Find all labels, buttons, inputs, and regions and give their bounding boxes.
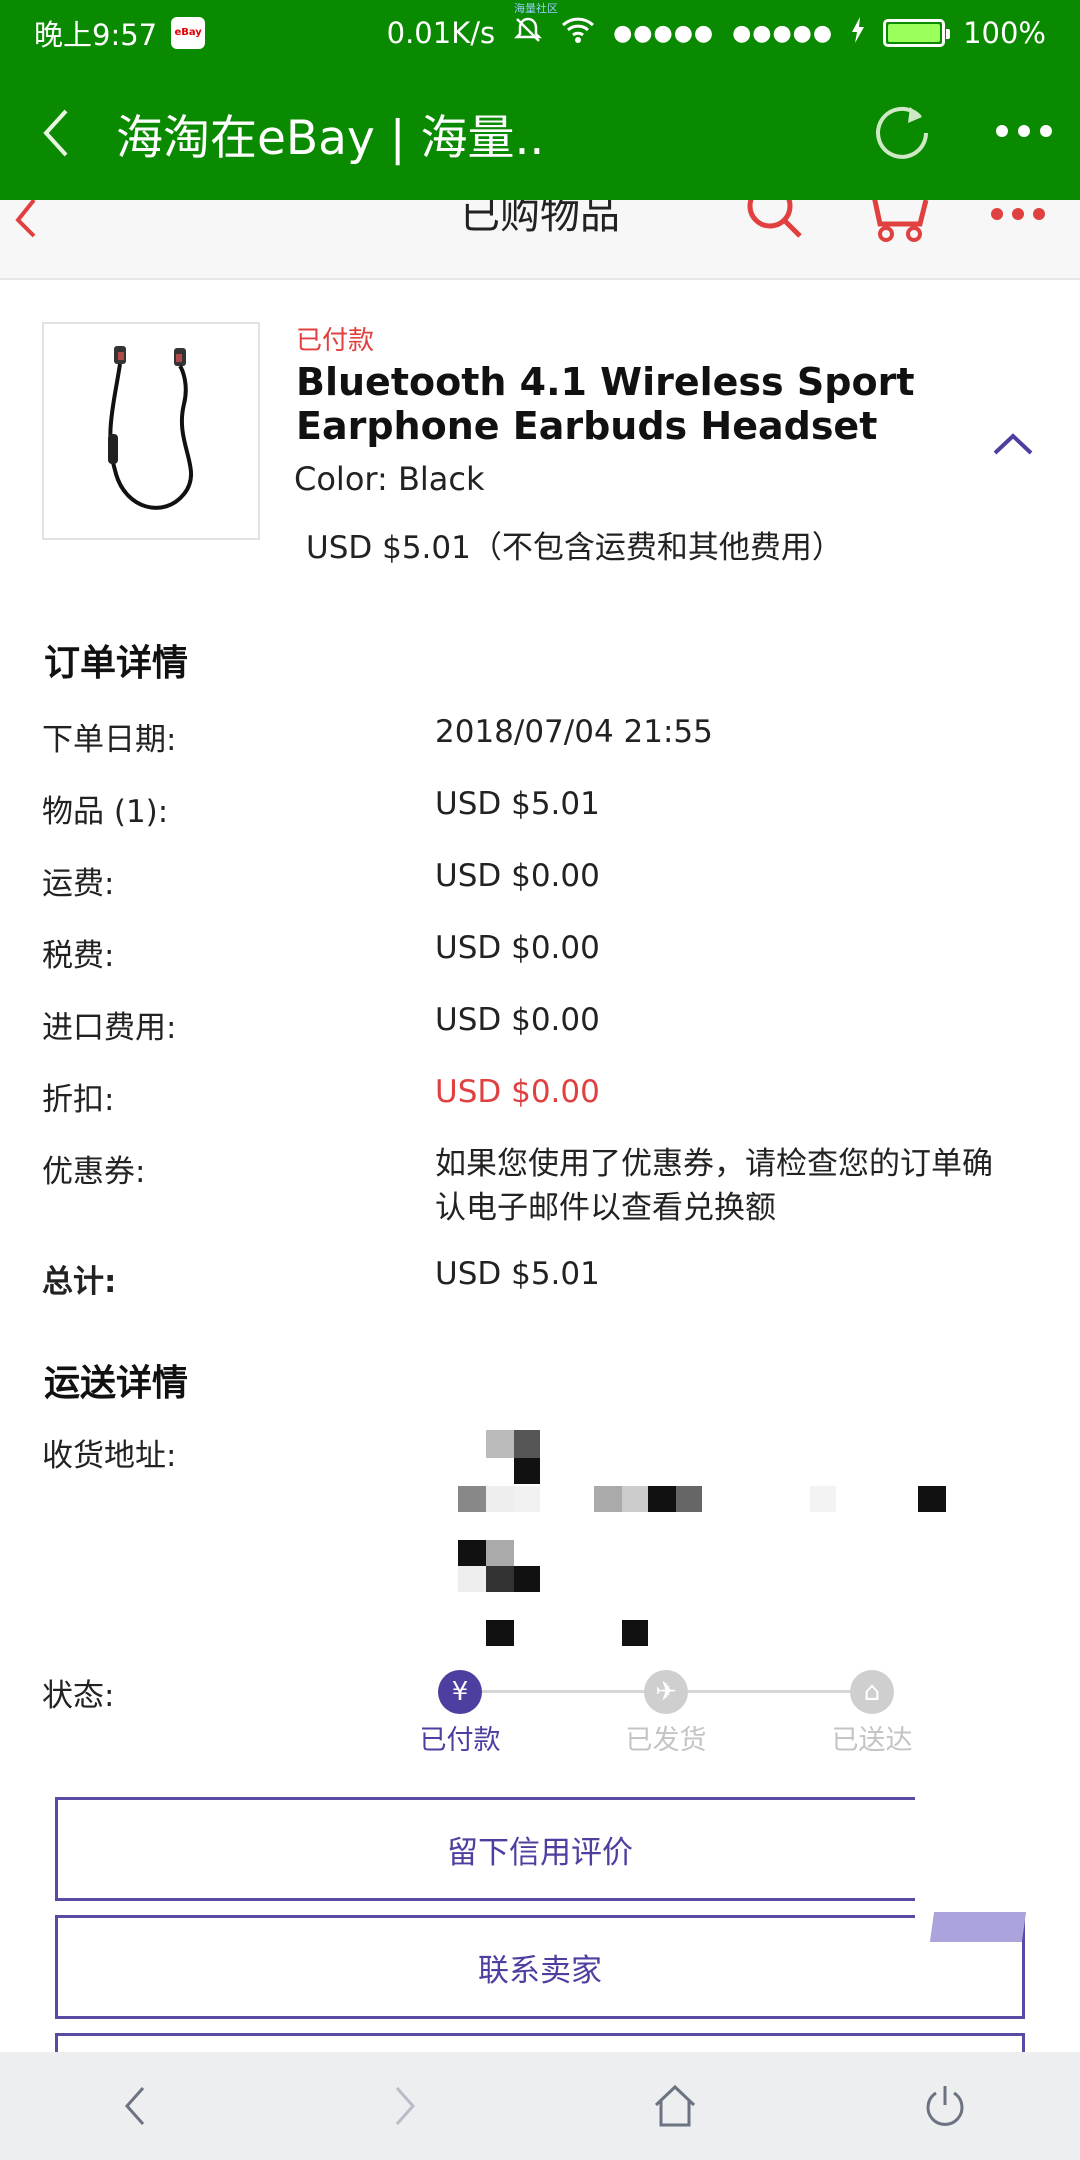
row-label: 优惠券: xyxy=(42,1154,146,1190)
signal-strength-1: ●●●●● xyxy=(613,20,715,46)
home-icon: ⌂ xyxy=(850,1670,894,1714)
web-header: 已购物品 xyxy=(0,200,1080,280)
row-label: 运费: xyxy=(42,866,115,902)
row-value: USD $5.01 xyxy=(435,1256,600,1292)
collapse-button[interactable] xyxy=(992,432,1034,460)
nav-power-button[interactable] xyxy=(900,2061,990,2151)
power-icon xyxy=(926,2086,964,2126)
chevron-left-icon xyxy=(43,109,68,157)
carrier-note: 海量社区 xyxy=(514,2,558,15)
nav-forward-button[interactable] xyxy=(360,2061,450,2151)
browser-bottom-nav xyxy=(0,2052,1080,2160)
import-fee-row: 进口费用: USD $0.00 xyxy=(0,1002,1080,1074)
earphones-image xyxy=(108,346,194,510)
row-value: 如果您使用了优惠券，请检查您的订单确认电子邮件以查看兑换额 xyxy=(435,1146,993,1226)
item-subtotal-row: 物品 (1): USD $5.01 xyxy=(0,786,1080,858)
row-value: USD $5.01 xyxy=(435,786,600,822)
browser-app-bar: 海淘在eBay | 海量.. xyxy=(0,66,1080,200)
nav-back-button[interactable] xyxy=(90,2061,180,2151)
item-status: 已付款 xyxy=(296,326,375,356)
status-row: 状态: ¥ 已付款 ✈ 已发货 ⌂ 已送达 xyxy=(0,1670,1080,1760)
step-label: 已发货 xyxy=(625,1725,707,1756)
mute-bell-icon xyxy=(513,15,543,52)
network-speed: 0.01K/s xyxy=(386,16,496,50)
row-label: 下单日期: xyxy=(42,722,177,758)
total-row: 总计: USD $5.01 xyxy=(0,1256,1080,1328)
row-value: USD $0.00 xyxy=(435,1074,600,1110)
row-value: USD $0.00 xyxy=(435,1002,600,1038)
row-label: 状态: xyxy=(42,1678,115,1714)
nav-home-button[interactable] xyxy=(630,2061,720,2151)
status-time: 晚上9:57 xyxy=(34,18,158,52)
web-more-button[interactable] xyxy=(990,206,1046,225)
search-button[interactable] xyxy=(746,200,806,248)
contact-seller-button[interactable]: 联系卖家 xyxy=(55,1915,1025,2019)
cart-button[interactable] xyxy=(862,200,930,248)
row-label: 总计: xyxy=(42,1264,117,1300)
item-title[interactable]: Bluetooth 4.1 Wireless Sport Earphone Ea… xyxy=(296,360,916,448)
battery-percent: 100% xyxy=(963,16,1046,50)
step-label: 已付款 xyxy=(419,1725,501,1756)
battery-icon xyxy=(883,19,951,47)
more-dots-icon xyxy=(991,208,1045,220)
chevron-left-icon xyxy=(124,2087,145,2125)
status-bar: 晚上9:57 eBay 海量社区 0.01K/s ●●●●● ●●●●● 100… xyxy=(0,0,1080,66)
charging-icon xyxy=(851,16,865,50)
row-value: USD $0.00 xyxy=(435,858,600,894)
page-title: 海淘在eBay | 海量.. xyxy=(116,110,545,166)
tax-row: 税费: USD $0.00 xyxy=(0,930,1080,1002)
screen: 晚上9:57 eBay 海量社区 0.01K/s ●●●●● ●●●●● 100… xyxy=(0,0,1080,2160)
refresh-button[interactable] xyxy=(870,99,934,167)
more-dots-icon xyxy=(996,125,1052,137)
wifi-icon xyxy=(561,16,595,51)
address-row: 收货地址: xyxy=(0,1430,1080,1670)
chevron-up-icon xyxy=(993,433,1033,455)
discount-row: 折扣: USD $0.00 xyxy=(0,1074,1080,1146)
chevron-right-icon xyxy=(395,2087,416,2125)
row-label: 折扣: xyxy=(42,1082,115,1118)
plane-icon: ✈ xyxy=(644,1670,688,1714)
refresh-icon xyxy=(876,106,928,159)
row-value: 2018/07/04 21:55 xyxy=(435,714,713,750)
purchased-item[interactable]: 已付款 Bluetooth 4.1 Wireless Sport Earphon… xyxy=(0,282,1080,582)
item-price: USD $5.01（不包含运费和其他费用） xyxy=(306,530,843,566)
home-icon xyxy=(654,2084,696,2127)
shipping-details-title: 运送详情 xyxy=(44,1363,189,1404)
item-thumbnail[interactable] xyxy=(42,322,260,540)
coupon-row: 优惠券: 如果您使用了优惠券，请检查您的订单确认电子邮件以查看兑换额 xyxy=(0,1146,1080,1256)
row-label: 物品 (1): xyxy=(42,794,169,830)
leave-feedback-button[interactable]: 留下信用评价 xyxy=(55,1797,1025,1901)
shipping-fee-row: 运费: USD $0.00 xyxy=(0,858,1080,930)
row-label: 收货地址: xyxy=(42,1438,177,1474)
step-label: 已送达 xyxy=(831,1725,913,1756)
item-color: Color: Black xyxy=(294,460,485,498)
signal-strength-2: ●●●●● xyxy=(732,20,834,46)
overlay-tab xyxy=(929,1912,1027,1942)
order-content: 已付款 Bluetooth 4.1 Wireless Sport Earphon… xyxy=(0,282,1080,1760)
row-label: 税费: xyxy=(42,938,115,974)
step-shipped: ✈ 已发货 xyxy=(606,1670,726,1757)
order-date-row: 下单日期: 2018/07/04 21:55 xyxy=(0,714,1080,786)
more-button[interactable] xyxy=(994,123,1054,143)
step-paid: ¥ 已付款 xyxy=(400,1670,520,1757)
overlay-card xyxy=(915,1750,1025,1920)
cart-icon xyxy=(872,200,929,242)
step-delivered: ⌂ 已送达 xyxy=(812,1670,932,1757)
yuan-icon: ¥ xyxy=(438,1670,482,1714)
search-icon xyxy=(747,200,802,238)
shipping-progress: ¥ 已付款 ✈ 已发货 ⌂ 已送达 xyxy=(420,1670,920,1756)
row-value: USD $0.00 xyxy=(435,930,600,966)
order-details-title: 订单详情 xyxy=(44,643,189,684)
back-button[interactable] xyxy=(0,66,110,200)
row-label: 进口费用: xyxy=(42,1010,177,1046)
app-notification-icon: eBay xyxy=(171,17,206,49)
